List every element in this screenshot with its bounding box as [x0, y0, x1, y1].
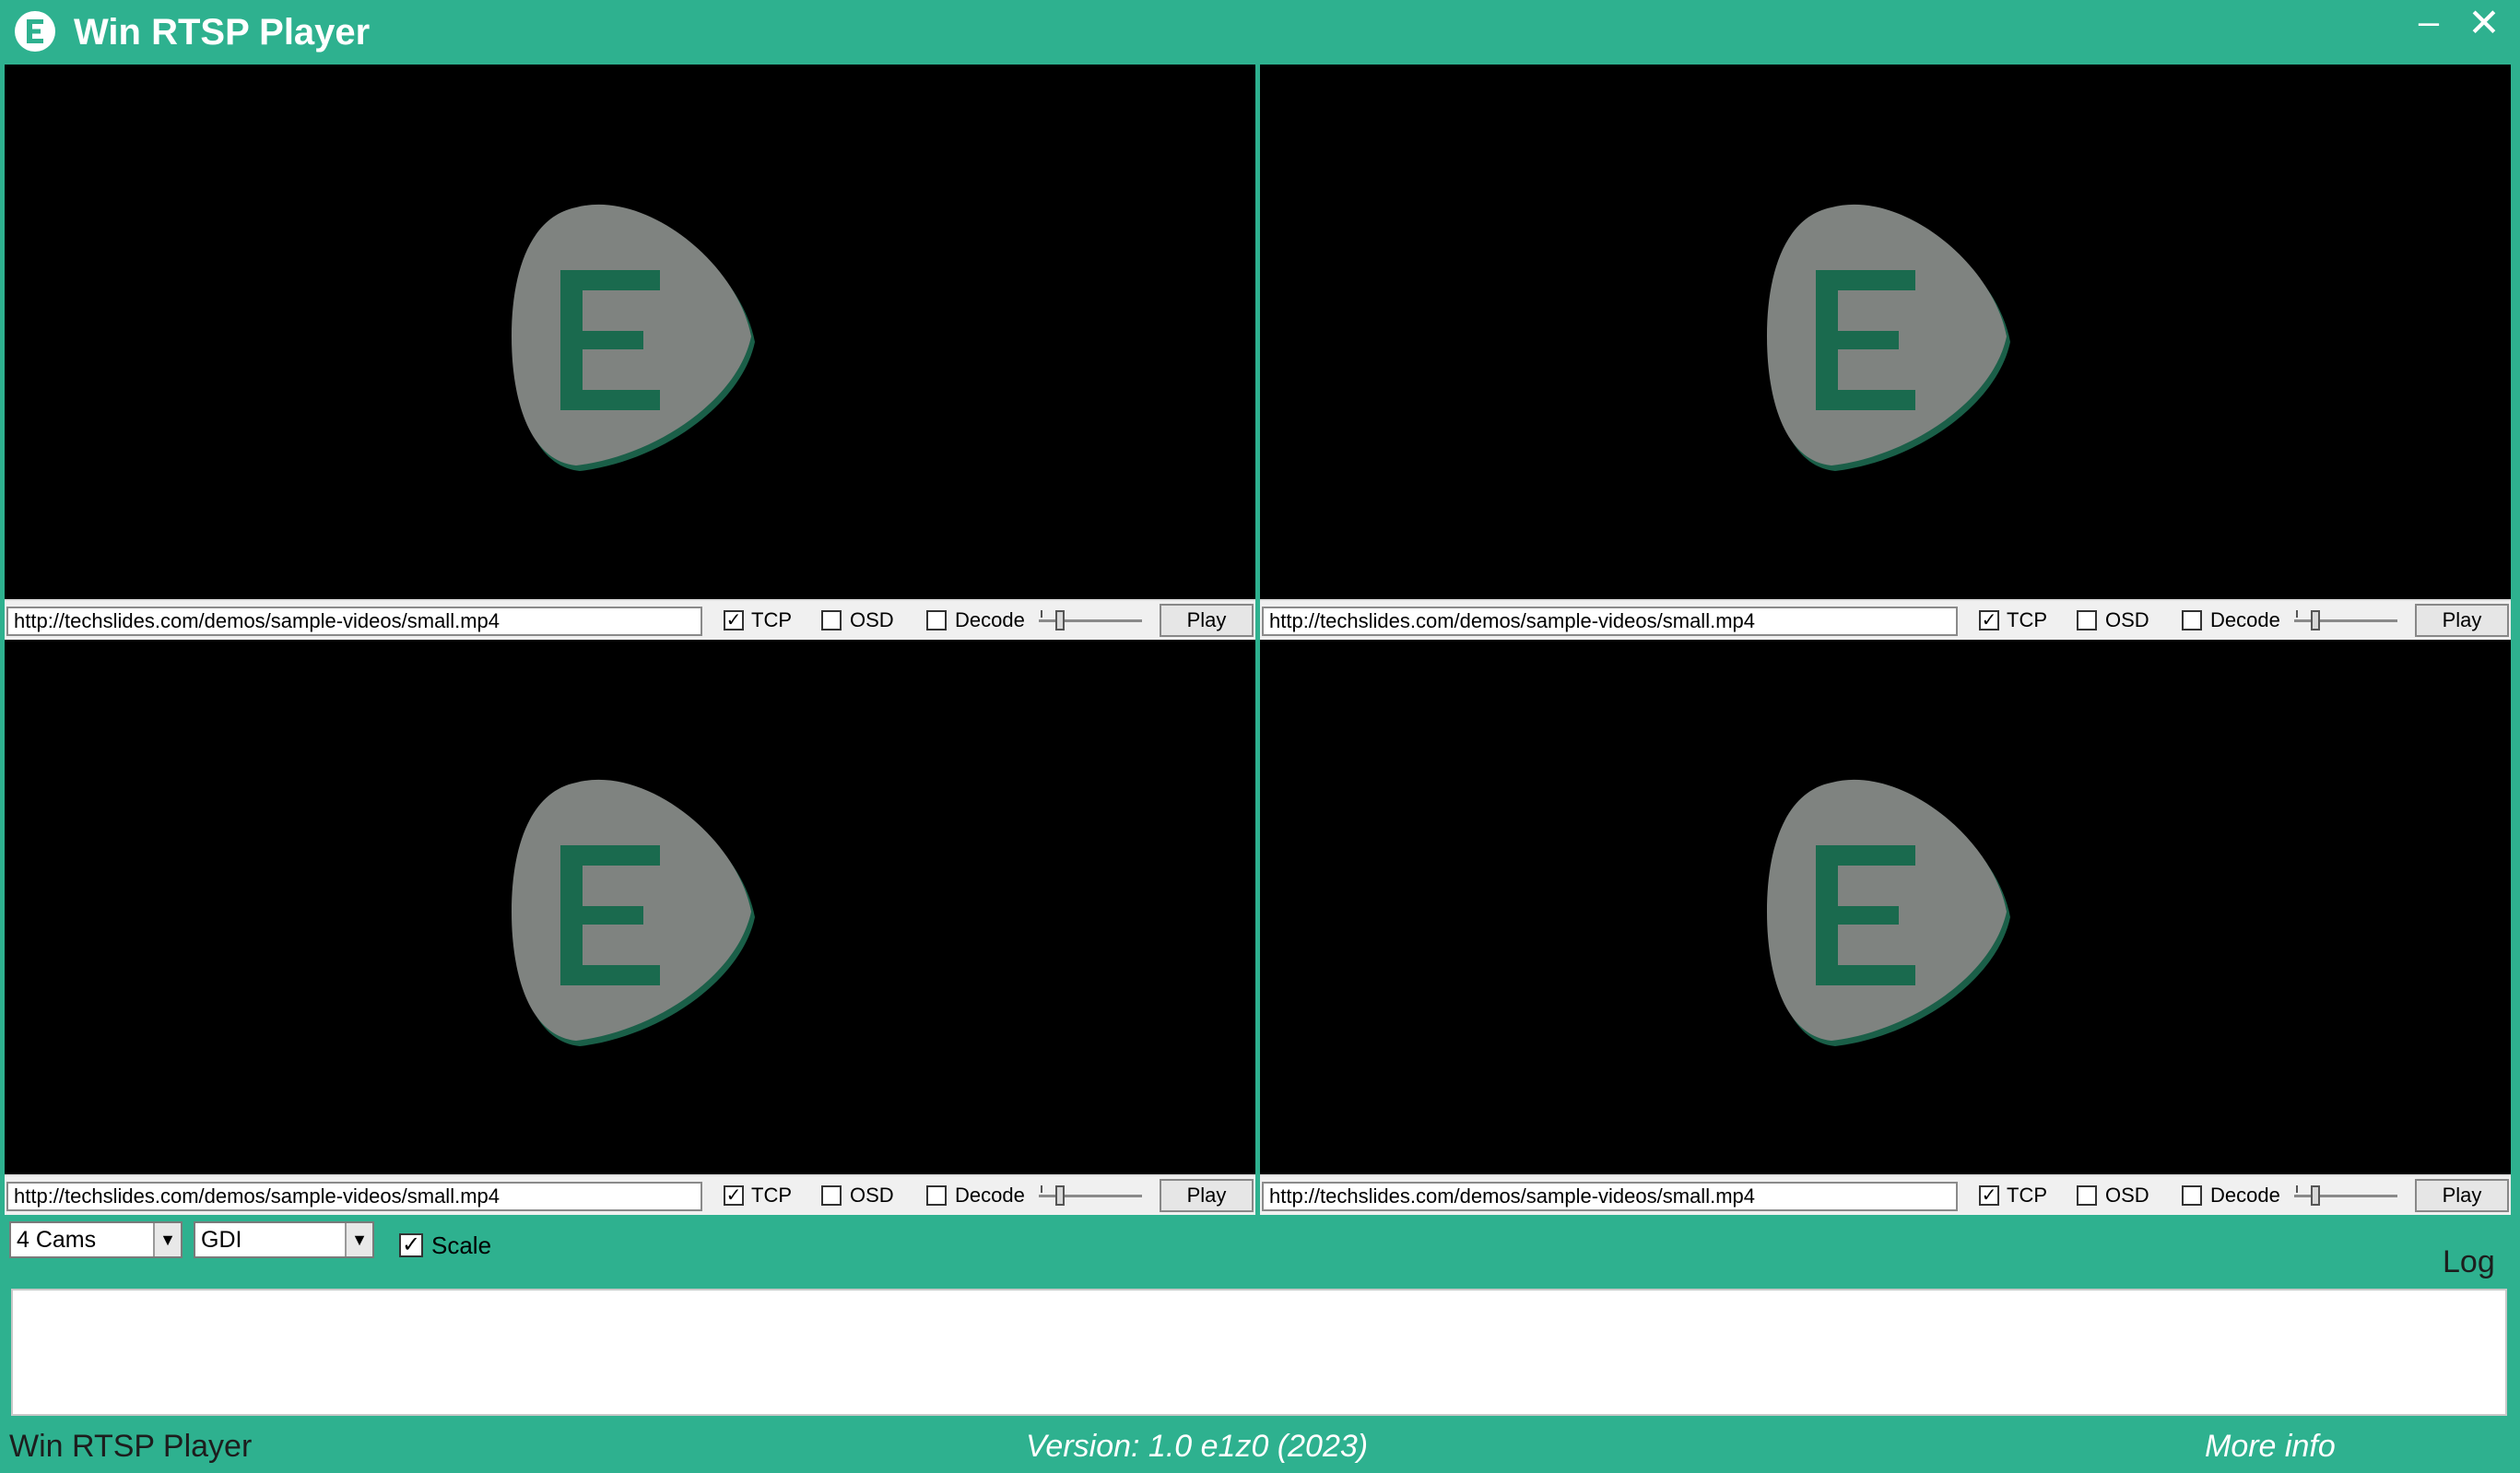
status-app-name: Win RTSP Player: [9, 1429, 253, 1464]
stream-url-input[interactable]: [1262, 607, 1958, 636]
osd-checkbox[interactable]: [821, 1185, 842, 1206]
video-view[interactable]: [5, 65, 1255, 599]
decode-checkbox[interactable]: [2182, 1185, 2202, 1206]
close-button[interactable]: ✕: [2461, 2, 2507, 44]
camera-panel-2: ✓ TCP OSD Decode Play: [1260, 65, 2511, 640]
chevron-down-icon: ▼: [345, 1223, 372, 1256]
camera-panel-1: ✓ TCP OSD Decode Play: [5, 65, 1255, 640]
osd-checkbox[interactable]: [2077, 610, 2097, 630]
volume-slider[interactable]: [2290, 1184, 2401, 1209]
decode-label: Decode: [955, 1184, 1025, 1207]
decode-checkbox[interactable]: [926, 610, 947, 630]
camera-panel-4: ✓ TCP OSD Decode Play: [1260, 640, 2511, 1215]
e-pick-logo-icon: [512, 204, 755, 471]
volume-slider[interactable]: [1035, 1184, 1146, 1209]
tcp-label: TCP: [2007, 1184, 2047, 1207]
decode-checkbox[interactable]: [2182, 610, 2202, 630]
camera-control-bar: ✓ TCP OSD Decode Play: [5, 1174, 1255, 1215]
decode-label: Decode: [2210, 608, 2280, 631]
status-version: Version: 1.0 e1z0 (2023): [1026, 1429, 1369, 1464]
renderer-select-value: GDI: [201, 1227, 242, 1253]
osd-label: OSD: [2105, 608, 2149, 631]
osd-label: OSD: [2105, 1184, 2149, 1207]
stream-url-input[interactable]: [1262, 1182, 1958, 1211]
scale-checkbox[interactable]: ✓: [399, 1233, 423, 1257]
cams-select-value: 4 Cams: [17, 1227, 97, 1253]
play-button[interactable]: Play: [1160, 1179, 1254, 1212]
osd-checkbox[interactable]: [821, 610, 842, 630]
window-title: Win RTSP Player: [74, 12, 371, 53]
e-pick-logo-icon: [512, 779, 755, 1046]
decode-checkbox[interactable]: [926, 1185, 947, 1206]
renderer-select[interactable]: GDI ▼: [194, 1221, 374, 1258]
tcp-label: TCP: [751, 608, 792, 631]
camera-control-bar: ✓ TCP OSD Decode Play: [1260, 1174, 2511, 1215]
tcp-checkbox[interactable]: ✓: [724, 1185, 744, 1206]
tcp-checkbox[interactable]: ✓: [1979, 1185, 1999, 1206]
camera-control-bar: ✓ TCP OSD Decode Play: [1260, 599, 2511, 640]
tcp-checkbox[interactable]: ✓: [724, 610, 744, 630]
video-view[interactable]: [1260, 65, 2511, 599]
chevron-down-icon: ▼: [153, 1223, 181, 1256]
scale-label: Scale: [431, 1231, 492, 1259]
log-label: Log: [2443, 1244, 2495, 1279]
video-view[interactable]: [1260, 640, 2511, 1174]
volume-slider[interactable]: [1035, 608, 1146, 634]
osd-label: OSD: [850, 1184, 894, 1207]
play-button[interactable]: Play: [2415, 1179, 2509, 1212]
e-pick-logo-icon: [1767, 204, 2010, 471]
decode-label: Decode: [2210, 1184, 2280, 1207]
camera-panel-3: ✓ TCP OSD Decode Play: [5, 640, 1255, 1215]
camera-control-bar: ✓ TCP OSD Decode Play: [5, 599, 1255, 640]
e-pick-logo-icon: [1767, 779, 2010, 1046]
log-textbox[interactable]: [11, 1289, 2507, 1416]
play-button[interactable]: Play: [2415, 604, 2509, 637]
app-logo-icon: [13, 9, 57, 53]
title-bar: [0, 0, 2520, 65]
stream-url-input[interactable]: [6, 607, 702, 636]
stream-url-input[interactable]: [6, 1182, 702, 1211]
video-view[interactable]: [5, 640, 1255, 1174]
tcp-label: TCP: [751, 1184, 792, 1207]
osd-label: OSD: [850, 608, 894, 631]
volume-slider[interactable]: [2290, 608, 2401, 634]
tcp-checkbox[interactable]: ✓: [1979, 610, 1999, 630]
decode-label: Decode: [955, 608, 1025, 631]
play-button[interactable]: Play: [1160, 604, 1254, 637]
tcp-label: TCP: [2007, 608, 2047, 631]
cams-select[interactable]: 4 Cams ▼: [9, 1221, 183, 1258]
osd-checkbox[interactable]: [2077, 1185, 2097, 1206]
minimize-button[interactable]: –: [2410, 4, 2447, 41]
more-info-link[interactable]: More info: [2205, 1428, 2336, 1465]
